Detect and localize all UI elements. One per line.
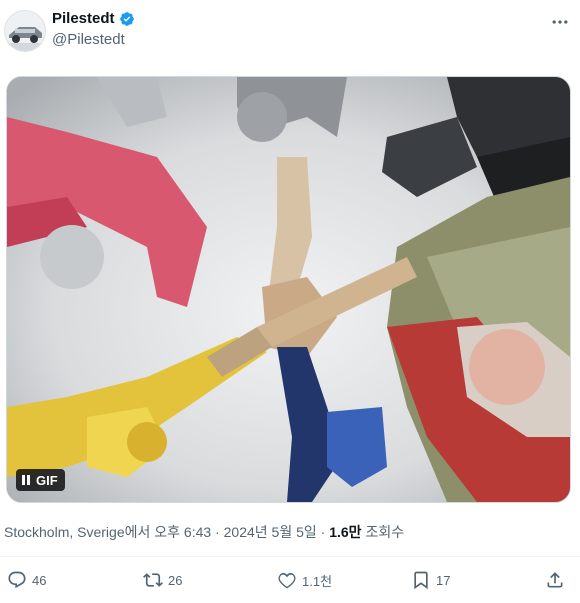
date[interactable]: 2024년 5월 5일 — [224, 524, 317, 540]
author-handle[interactable]: @Pilestedt — [52, 31, 125, 48]
share-button[interactable] — [545, 566, 565, 594]
tweet-meta: Stockholm, Sverige에서 오후 6:43 · 2024년 5월 … — [4, 522, 404, 542]
reply-icon — [8, 571, 26, 589]
reply-button[interactable]: 46 — [7, 566, 46, 594]
more-icon[interactable] — [548, 10, 572, 34]
tweet-header: Pilestedt @Pilestedt — [0, 0, 580, 70]
divider — [0, 556, 580, 557]
reply-count: 46 — [32, 572, 47, 588]
action-bar: 46 26 1.1천 17 — [0, 566, 580, 594]
like-icon — [278, 572, 296, 589]
location[interactable]: Stockholm, Sverige에서 — [4, 524, 150, 540]
time[interactable]: 오후 6:43 — [154, 524, 211, 540]
avatar[interactable] — [4, 10, 46, 52]
share-icon — [547, 572, 563, 588]
repost-icon — [143, 573, 163, 587]
repost-count: 26 — [168, 572, 183, 588]
like-count: 1.1천 — [302, 573, 333, 589]
views-label: 조회수 — [365, 524, 405, 540]
separator: · — [215, 524, 220, 540]
separator: · — [320, 524, 326, 540]
bookmark-count: 17 — [436, 572, 451, 588]
bookmark-icon — [414, 571, 428, 590]
author-name[interactable]: Pilestedt — [52, 10, 115, 27]
gif-badge[interactable]: GIF — [16, 469, 65, 491]
gif-media[interactable]: GIF — [6, 76, 571, 503]
views-count: 1.6만 — [329, 524, 362, 540]
repost-button[interactable]: 26 — [143, 566, 182, 594]
gif-frame-image — [7, 77, 570, 502]
like-button[interactable]: 1.1천 — [277, 566, 332, 594]
verified-icon — [119, 11, 134, 26]
bookmark-button[interactable]: 17 — [411, 566, 450, 594]
gif-badge-label: GIF — [36, 472, 58, 488]
pause-icon — [22, 475, 30, 485]
